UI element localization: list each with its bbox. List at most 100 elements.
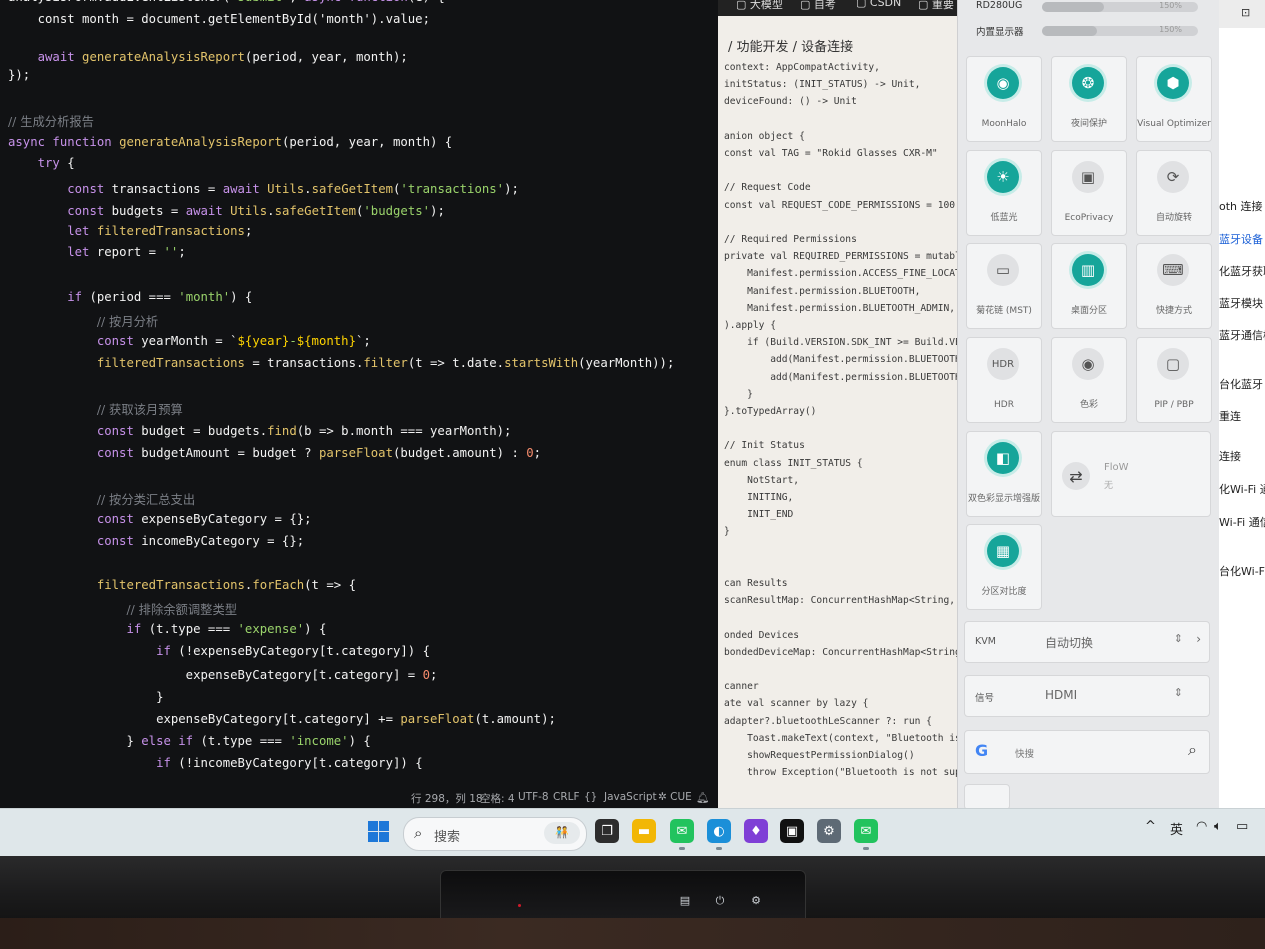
battery-icon[interactable]: ▭ bbox=[1236, 819, 1248, 834]
quick-search[interactable]: G 快搜 ⌕ bbox=[964, 730, 1210, 774]
app-green-terminal-icon[interactable]: ▣ bbox=[780, 819, 804, 843]
wechat-2-icon[interactable]: ✉ bbox=[854, 819, 878, 843]
code-line[interactable]: // 获取该月预算 bbox=[8, 400, 183, 418]
nav-item[interactable]: 化Wi-Fi 通信 bbox=[1219, 481, 1265, 497]
code-line[interactable]: const month = document.getElementById('m… bbox=[8, 12, 430, 26]
taskbar-search[interactable]: ⌕ 搜索 🧑‍🤝‍🧑 bbox=[403, 817, 587, 851]
code-line[interactable]: if (period === 'month') { bbox=[8, 290, 252, 304]
code-line[interactable]: try { bbox=[8, 156, 75, 170]
settings-icon[interactable]: ⚙ bbox=[817, 819, 841, 843]
tile-contrast[interactable]: ▦ 分区对比度 bbox=[966, 524, 1042, 610]
status-braces[interactable]: {} bbox=[584, 791, 597, 803]
wechat-icon[interactable]: ✉ bbox=[670, 819, 694, 843]
bulb-icon: ☀ bbox=[987, 161, 1019, 193]
tile-rotate[interactable]: ⟳ 自动旋转 bbox=[1136, 150, 1212, 236]
volume-icon[interactable]: 🔈︎ bbox=[1214, 819, 1222, 834]
input-icon[interactable]: ▤ bbox=[678, 894, 692, 908]
code-line[interactable]: const yearMonth = `${year}-${month}`; bbox=[8, 334, 371, 348]
code-line[interactable]: if (t.type === 'expense') { bbox=[8, 622, 326, 636]
tile-speaker[interactable]: ◉ MoonHalo bbox=[966, 56, 1042, 142]
tile-bulb[interactable]: ☀ 低蓝光 bbox=[966, 150, 1042, 236]
code-line[interactable]: filteredTransactions.forEach(t => { bbox=[8, 578, 356, 592]
nav-item[interactable]: 蓝牙模块 bbox=[1219, 295, 1263, 311]
brightness-slider-builtin[interactable]: 内置显示器 150% bbox=[966, 20, 1208, 40]
code-line[interactable]: // 按分类汇总支出 bbox=[8, 490, 195, 508]
nav-item[interactable]: 蓝牙设备 bbox=[1219, 231, 1263, 247]
doc-code-line: context: AppCompatActivity, bbox=[724, 62, 880, 73]
code-line[interactable]: // 排除余额调整类型 bbox=[8, 600, 237, 618]
tile-owl[interactable]: ❂ 夜间保护 bbox=[1051, 56, 1127, 142]
nav-item[interactable]: 连接 bbox=[1219, 448, 1241, 464]
bookmark-dmx[interactable]: ▢ 大模型 bbox=[736, 0, 783, 12]
bell-icon[interactable]: 🔔︎ bbox=[696, 791, 709, 804]
bookmark-csdn[interactable]: ▢ CSDN bbox=[856, 0, 901, 9]
code-line[interactable]: const budgets = await Utils.safeGetItem(… bbox=[8, 204, 445, 218]
code-line[interactable]: } bbox=[8, 690, 163, 704]
code-line[interactable]: // 按月分析 bbox=[8, 312, 158, 330]
status-language[interactable]: JavaScript bbox=[604, 791, 657, 803]
tile-eye[interactable]: ◉ 色彩 bbox=[1051, 337, 1127, 423]
code-line[interactable]: if (!incomeByCategory[t.category]) { bbox=[8, 756, 423, 770]
status-encoding[interactable]: UTF-8 bbox=[518, 791, 549, 803]
file-explorer-icon[interactable]: ▬ bbox=[632, 819, 656, 843]
bookmark-important[interactable]: ▢ 重要 bbox=[918, 0, 954, 12]
flow-tile[interactable]: ⇄ FloW 无 bbox=[1051, 431, 1211, 517]
app-purple-icon[interactable]: ♦ bbox=[744, 819, 768, 843]
code-line[interactable]: expenseByCategory[t.category] = 0; bbox=[8, 668, 438, 682]
code-line[interactable]: const expenseByCategory = {}; bbox=[8, 512, 312, 526]
wifi-icon[interactable]: ◠ bbox=[1196, 819, 1207, 834]
edge-icon[interactable]: ◐ bbox=[707, 819, 731, 843]
code-line[interactable]: async function generateAnalysisReport(pe… bbox=[8, 135, 452, 149]
folder-icon[interactable]: ⊡ bbox=[1241, 6, 1250, 19]
code-line[interactable]: const incomeByCategory = {}; bbox=[8, 534, 304, 548]
code-line[interactable]: }); bbox=[8, 68, 30, 82]
code-line[interactable]: const budget = budgets.find(b => b.month… bbox=[8, 424, 512, 438]
breadcrumb: / 功能开发 / 设备连接 bbox=[728, 40, 854, 55]
tile-optimizer[interactable]: ⬢ Visual Optimizer bbox=[1136, 56, 1212, 142]
search-icon[interactable]: ⌕ bbox=[1188, 740, 1197, 760]
nav-item[interactable]: 台化蓝牙 bbox=[1219, 376, 1263, 392]
code-line[interactable]: if (!expenseByCategory[t.category]) { bbox=[8, 644, 430, 658]
code-line[interactable]: // 生成分析报告 bbox=[8, 112, 94, 130]
status-position[interactable]: 行 298，列 18 bbox=[411, 791, 483, 806]
nav-item[interactable]: oth 连接 bbox=[1219, 198, 1263, 214]
code-line[interactable]: const transactions = await Utils.safeGet… bbox=[8, 182, 519, 196]
code-line[interactable]: filteredTransactions = transactions.filt… bbox=[8, 356, 675, 370]
hdr-icon: HDR bbox=[987, 348, 1019, 380]
chevron-up-icon[interactable]: ^ bbox=[1145, 819, 1156, 834]
bookmark-zk[interactable]: ▢ 自考 bbox=[800, 0, 836, 12]
tile-split[interactable]: ▥ 桌面分区 bbox=[1051, 243, 1127, 329]
tile-monitor[interactable]: ▭ 菊花链 (MST) bbox=[966, 243, 1042, 329]
tile-pip[interactable]: ▢ PIP / PBP bbox=[1136, 337, 1212, 423]
tile-privacy[interactable]: ▣ EcoPrivacy bbox=[1051, 150, 1127, 236]
code-editor[interactable]: analysisForm.addEventListener('submit', … bbox=[0, 0, 718, 808]
signal-select[interactable]: 信号 HDMI ⇕ bbox=[964, 675, 1210, 717]
nav-item[interactable]: 台化Wi-Fi 通 bbox=[1219, 563, 1265, 579]
nav-item[interactable]: 化蓝牙获取 bbox=[1219, 263, 1265, 279]
tile-color-enhance[interactable]: ◧ 双色彩显示增强版 bbox=[966, 431, 1042, 517]
nav-item[interactable]: 蓝牙通信模 bbox=[1219, 327, 1265, 343]
code-line[interactable]: analysisForm.addEventListener('submit', … bbox=[8, 0, 445, 4]
ime-indicator[interactable]: 英 bbox=[1170, 819, 1183, 838]
status-eol[interactable]: CRLF bbox=[553, 791, 580, 803]
nav-item[interactable]: Wi-Fi 通信 bbox=[1219, 514, 1265, 530]
code-line[interactable]: let filteredTransactions; bbox=[8, 224, 252, 238]
nav-item[interactable]: 重连 bbox=[1219, 408, 1241, 424]
tile-keyboard[interactable]: ⌨ 快捷方式 bbox=[1136, 243, 1212, 329]
code-line[interactable]: let report = ''; bbox=[8, 245, 185, 259]
code-line[interactable]: } else if (t.type === 'income') { bbox=[8, 734, 370, 748]
code-line[interactable]: expenseByCategory[t.category] += parseFl… bbox=[8, 712, 556, 726]
power-icon[interactable]: ⏻ bbox=[713, 894, 727, 908]
start-button[interactable] bbox=[368, 821, 390, 843]
kvm-select[interactable]: KVM 自动切换 ⇕ › bbox=[964, 621, 1210, 663]
menu-icon[interactable]: ⚙ bbox=[749, 894, 763, 908]
chevron-right-icon[interactable]: › bbox=[1196, 632, 1201, 646]
tile-hdr[interactable]: HDR HDR bbox=[966, 337, 1042, 423]
code-line[interactable]: const budgetAmount = budget ? parseFloat… bbox=[8, 446, 541, 460]
brightness-slider-rd280ug[interactable]: RD280UG 150% bbox=[966, 0, 1208, 16]
back-button[interactable] bbox=[964, 784, 1010, 810]
code-line[interactable]: await generateAnalysisReport(period, yea… bbox=[8, 50, 408, 64]
status-indent[interactable]: 空格: 4 bbox=[480, 791, 515, 806]
status-cue[interactable]: ✲ CUE bbox=[658, 791, 692, 803]
task-view-icon[interactable]: ❐ bbox=[595, 819, 619, 843]
